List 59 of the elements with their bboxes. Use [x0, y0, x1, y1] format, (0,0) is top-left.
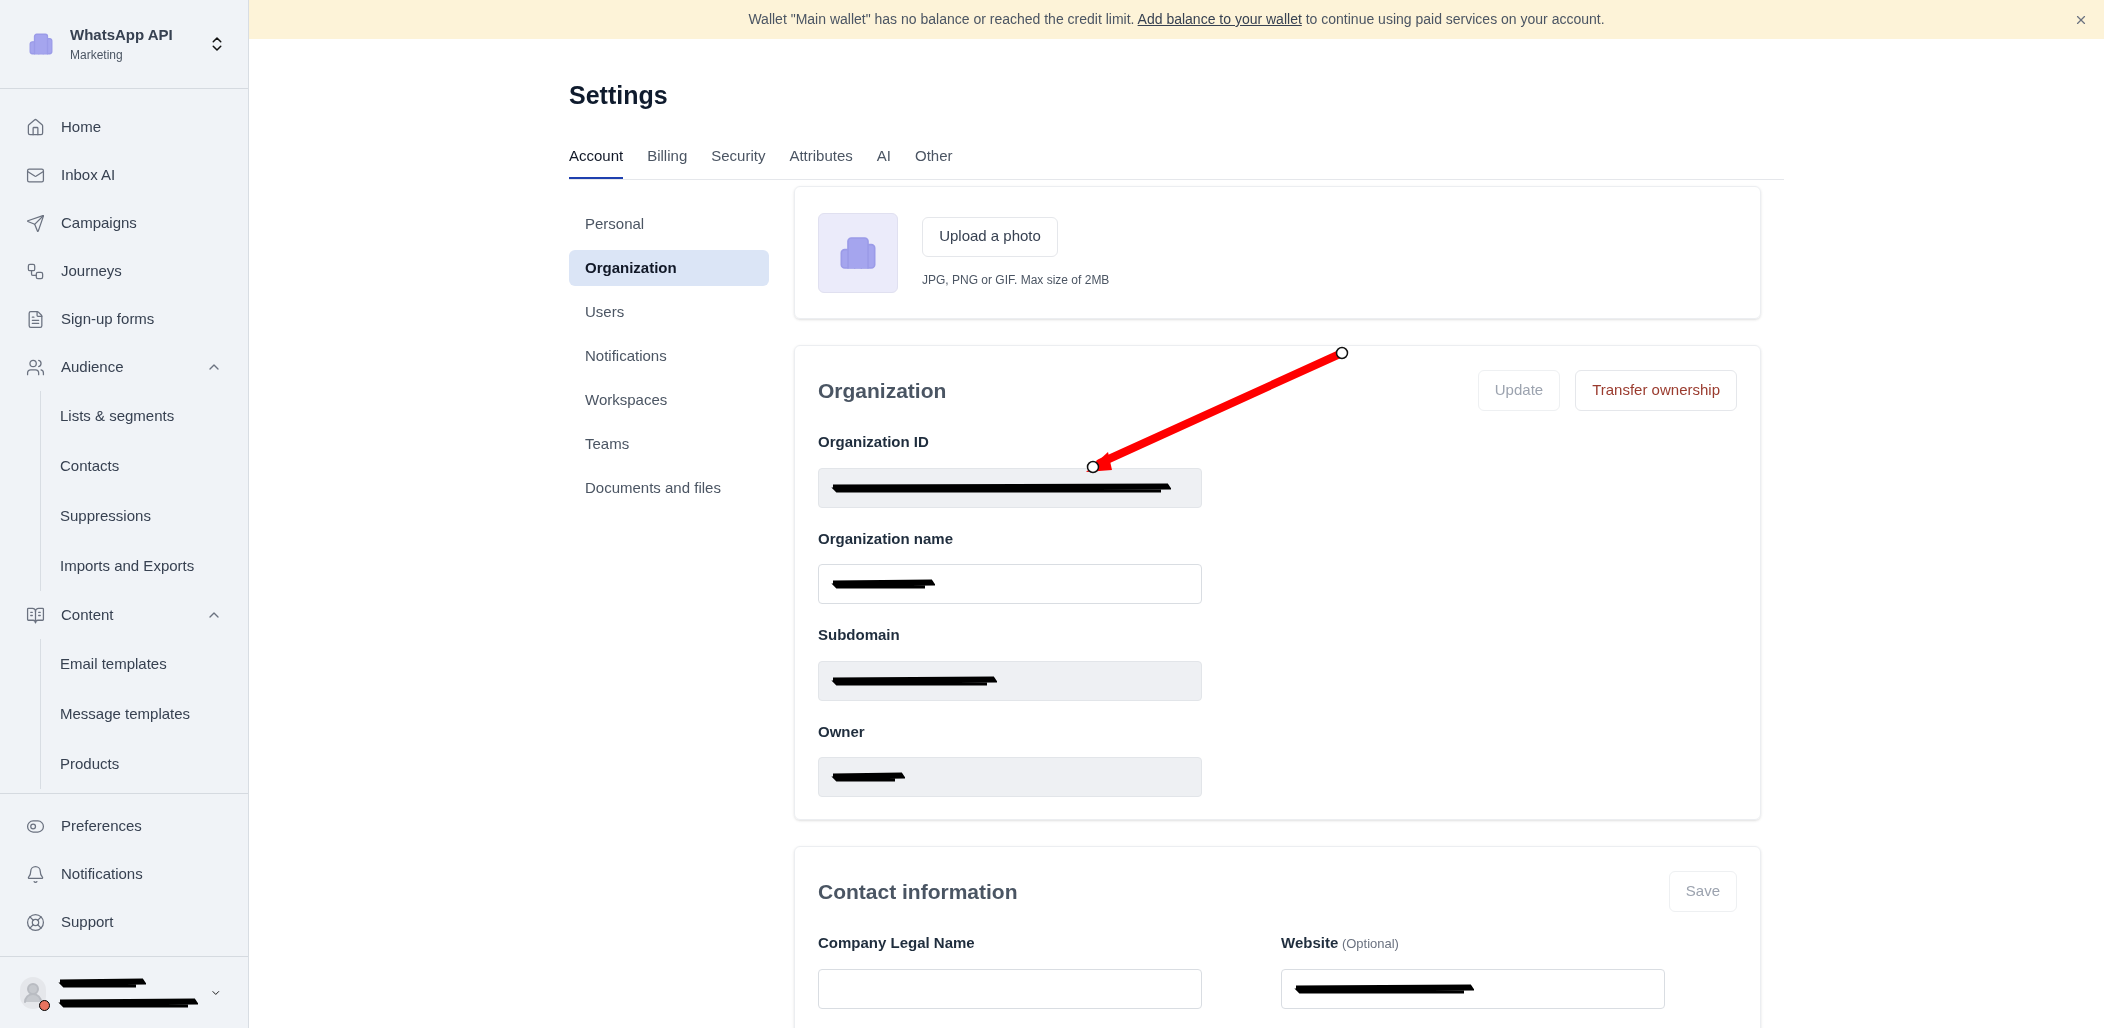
- document-icon: [26, 309, 45, 329]
- tab[interactable]: AI: [876, 144, 891, 179]
- sidebar-subitem[interactable]: Message templates: [60, 689, 222, 739]
- section-title: Organization: [818, 377, 947, 404]
- settings-nav-item[interactable]: Users: [569, 294, 769, 330]
- tab[interactable]: Other: [915, 144, 953, 179]
- sidebar-item[interactable]: Campaigns: [26, 199, 222, 247]
- building-icon: [28, 31, 54, 57]
- lifebuoy-icon: [26, 912, 45, 932]
- page-title: Settings: [569, 80, 669, 111]
- tab[interactable]: Billing: [647, 144, 688, 179]
- settings-nav-item[interactable]: Notifications: [569, 338, 769, 374]
- paper-plane-icon: [26, 213, 45, 233]
- sidebar-item[interactable]: Audience: [26, 343, 222, 391]
- tab[interactable]: Attributes: [789, 144, 853, 179]
- workspace-subtitle: Marketing: [70, 47, 124, 65]
- input-field[interactable]: [818, 564, 1202, 604]
- settings-nav-item[interactable]: Documents and files: [569, 470, 769, 506]
- input-field[interactable]: [1281, 968, 1665, 1009]
- sidebar-item[interactable]: Sign-up forms: [26, 295, 222, 343]
- add-balance-link[interactable]: Add balance to your wallet: [1137, 11, 1302, 27]
- sidebar-subitem[interactable]: Email templates: [60, 639, 222, 689]
- section-title: Contact information: [818, 878, 1018, 905]
- sidebar-item[interactable]: Content: [26, 591, 222, 639]
- field-label: Organization ID: [818, 432, 930, 452]
- sidebar-subitem[interactable]: Suppressions: [60, 491, 222, 541]
- field-label: Subdomain: [818, 625, 901, 645]
- field-label: Company Legal Name: [818, 933, 976, 953]
- settings-nav-item[interactable]: Personal: [569, 206, 769, 242]
- sidebar-subitem[interactable]: Products: [60, 739, 222, 789]
- house-icon: [26, 117, 45, 137]
- action-button[interactable]: Transfer ownership: [1575, 370, 1737, 411]
- sidebar-item[interactable]: Preferences: [26, 802, 222, 850]
- banner-text: Wallet "Main wallet" has no balance or reached the credit limit. Add balance to your wallet to continue using paid services on your account.: [748, 10, 1605, 29]
- tab[interactable]: Account: [569, 144, 624, 179]
- people-icon: [26, 357, 45, 377]
- tab[interactable]: Security: [711, 144, 766, 179]
- settings-nav-item[interactable]: Teams: [569, 426, 769, 462]
- field-label: Website (Optional): [1281, 933, 1400, 953]
- sidebar-item[interactable]: Support: [26, 898, 222, 946]
- sidebar-subitem[interactable]: Lists & segments: [60, 391, 222, 441]
- sidebar-item[interactable]: Notifications: [26, 850, 222, 898]
- upload-hint: JPG, PNG or GIF. Max size of 2MB: [922, 271, 1110, 289]
- sidebar-item[interactable]: Journeys: [26, 247, 222, 295]
- settings-nav-item[interactable]: Organization: [569, 250, 769, 286]
- input-field[interactable]: [818, 968, 1202, 1009]
- field-label: Owner: [818, 721, 866, 742]
- sidebar-subitem[interactable]: Contacts: [60, 441, 222, 491]
- sidebar-subitem[interactable]: Imports and Exports: [60, 541, 222, 591]
- settings-nav-item[interactable]: Workspaces: [569, 382, 769, 418]
- bell-icon: [26, 864, 45, 884]
- workspace-name: WhatsApp API: [70, 24, 174, 45]
- sidebar-item[interactable]: Home: [26, 103, 222, 151]
- sidebar-item[interactable]: Inbox AI: [26, 151, 222, 199]
- flow-icon: [26, 261, 45, 281]
- upload-photo-button[interactable]: Upload a photo: [922, 216, 1058, 257]
- field-label: Organization name: [818, 528, 955, 549]
- user-avatar[interactable]: [20, 976, 47, 1009]
- book-icon: [26, 605, 45, 625]
